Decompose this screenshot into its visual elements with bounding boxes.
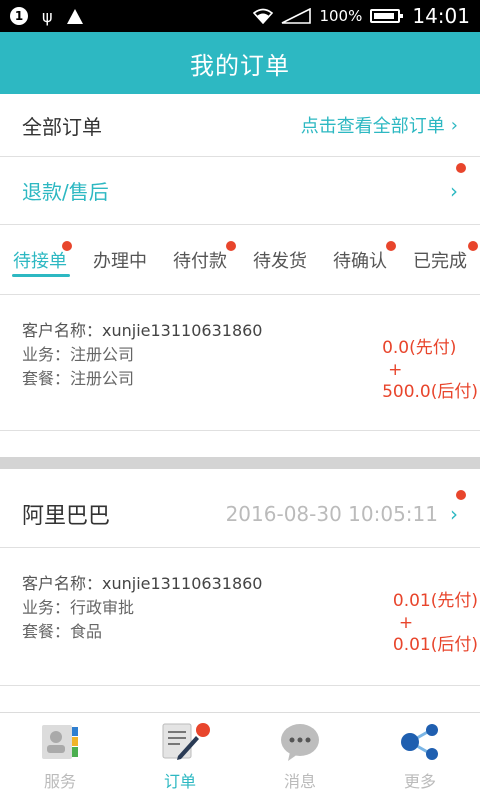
order-date: 2016-08-30 10:05:11 — [225, 501, 438, 526]
view-all-orders-text: 点击查看全部订单 — [300, 116, 445, 137]
nav-badge-dot — [196, 723, 210, 737]
shop-name: 阿里巴巴 — [22, 503, 111, 529]
order-shop-row[interactable]: 阿里巴巴 2016-08-30 10:05:11 › — [0, 480, 480, 548]
customer-label: 客户名称： — [22, 321, 103, 340]
customer-line: 客户名称：xunjie13110631860 — [22, 319, 262, 343]
chevron-right-icon: › — [450, 178, 458, 203]
tab-label: 待确认 — [333, 250, 387, 272]
order-edit-icon — [162, 723, 199, 760]
nav-label: 服务 — [43, 771, 76, 791]
package-label: 套餐： — [22, 622, 71, 641]
page-title: 我的订单 — [190, 51, 290, 80]
tab-label: 办理中 — [93, 250, 147, 272]
price-prepaid: 0.0(先付) — [382, 338, 457, 358]
price-plus: + — [388, 360, 403, 380]
order-card[interactable]: 客户名称：xunjie13110631860 业务：注册公司 套餐：注册公司 0… — [0, 295, 480, 431]
tab-label: 待付款 — [173, 250, 227, 272]
order-price: 0.0(先付) + 500.0(后付) — [382, 337, 478, 403]
tab-pending-shipment[interactable]: 待发货 — [240, 225, 320, 295]
chevron-right-icon: › — [450, 114, 458, 136]
tab-pending-payment[interactable]: 待付款 — [160, 225, 240, 295]
warning-icon — [66, 8, 83, 24]
battery-percent: 100% — [319, 7, 363, 25]
tab-in-progress[interactable]: 办理中 — [80, 225, 160, 295]
nav-label: 更多 — [403, 771, 436, 791]
tab-badge-dot — [468, 240, 478, 251]
nav-messages[interactable]: 消息 — [240, 713, 360, 800]
customer-line: 客户名称：xunjie13110631860 — [22, 572, 262, 596]
nav-label: 订单 — [163, 771, 196, 791]
tab-badge-dot — [226, 240, 236, 251]
order-status-tabs: 待接单 办理中 待付款 待发货 待确认 已完成 — [0, 225, 480, 295]
business-value: 注册公司 — [70, 345, 135, 364]
usb-icon: ψ — [42, 6, 53, 26]
tab-pending-confirm[interactable]: 待确认 — [320, 225, 400, 295]
price-prepaid: 0.01(先付) — [392, 591, 478, 611]
notification-count-icon: 1 — [10, 7, 28, 25]
customer-label: 客户名称： — [22, 574, 103, 593]
nav-more[interactable]: 更多 — [360, 713, 480, 800]
order-price: 0.01(先付) + 0.01(后付) — [393, 590, 478, 656]
contacts-icon — [42, 724, 78, 759]
clock: 14:01 — [412, 4, 470, 28]
view-all-orders-link[interactable]: 点击查看全部订单 › — [301, 112, 458, 138]
section-divider — [0, 457, 480, 469]
price-plus: + — [398, 613, 414, 633]
price-postpaid: 0.01(后付) — [392, 635, 478, 655]
business-label: 业务： — [22, 598, 71, 617]
package-line: 套餐：注册公司 — [22, 367, 262, 391]
package-line: 套餐：食品 — [22, 620, 262, 644]
all-orders-label: 全部订单 — [22, 114, 102, 139]
package-value: 食品 — [70, 622, 103, 641]
chevron-right-icon: › — [450, 501, 458, 526]
tab-label: 已完成 — [413, 250, 467, 272]
chat-bubble-icon — [281, 723, 319, 761]
business-value: 行政审批 — [70, 598, 135, 617]
nav-service[interactable]: 服务 — [0, 713, 120, 800]
customer-name: xunjie13110631860 — [102, 321, 263, 340]
nav-orders[interactable]: 订单 — [120, 713, 240, 800]
order-badge-dot — [456, 490, 466, 500]
tab-badge-dot — [62, 240, 72, 251]
business-line: 业务：行政审批 — [22, 596, 262, 620]
status-bar: 1 ψ 100% 14:01 — [0, 0, 480, 32]
bottom-navigation: 服务 订单 消息 更多 — [0, 712, 480, 800]
order-details: 客户名称：xunjie13110631860 业务：注册公司 套餐：注册公司 — [22, 319, 262, 391]
signal-icon — [282, 8, 312, 24]
customer-name: xunjie13110631860 — [102, 574, 263, 593]
battery-icon — [370, 9, 404, 23]
business-label: 业务： — [22, 345, 71, 364]
tab-pending-accept[interactable]: 待接单 — [0, 225, 80, 295]
refund-label: 退款/售后 — [22, 180, 109, 204]
package-value: 注册公司 — [70, 369, 135, 388]
all-orders-row[interactable]: 全部订单 点击查看全部订单 › — [0, 94, 480, 157]
business-line: 业务：注册公司 — [22, 343, 262, 367]
nav-label: 消息 — [283, 771, 316, 791]
wifi-icon — [253, 8, 274, 24]
refund-row[interactable]: 退款/售后 › — [0, 157, 480, 225]
refund-badge-dot — [456, 163, 466, 173]
app-header: 我的订单 — [0, 32, 480, 94]
tab-label: 待接单 — [13, 250, 67, 272]
share-icon — [401, 723, 438, 760]
tab-label: 待发货 — [253, 250, 307, 272]
order-card[interactable]: 客户名称：xunjie13110631860 业务：行政审批 套餐：食品 0.0… — [0, 548, 480, 686]
tab-badge-dot — [386, 240, 396, 251]
tab-completed[interactable]: 已完成 — [400, 225, 480, 295]
price-postpaid: 500.0(后付) — [382, 382, 478, 402]
package-label: 套餐： — [22, 369, 71, 388]
order-details: 客户名称：xunjie13110631860 业务：行政审批 套餐：食品 — [22, 572, 262, 644]
